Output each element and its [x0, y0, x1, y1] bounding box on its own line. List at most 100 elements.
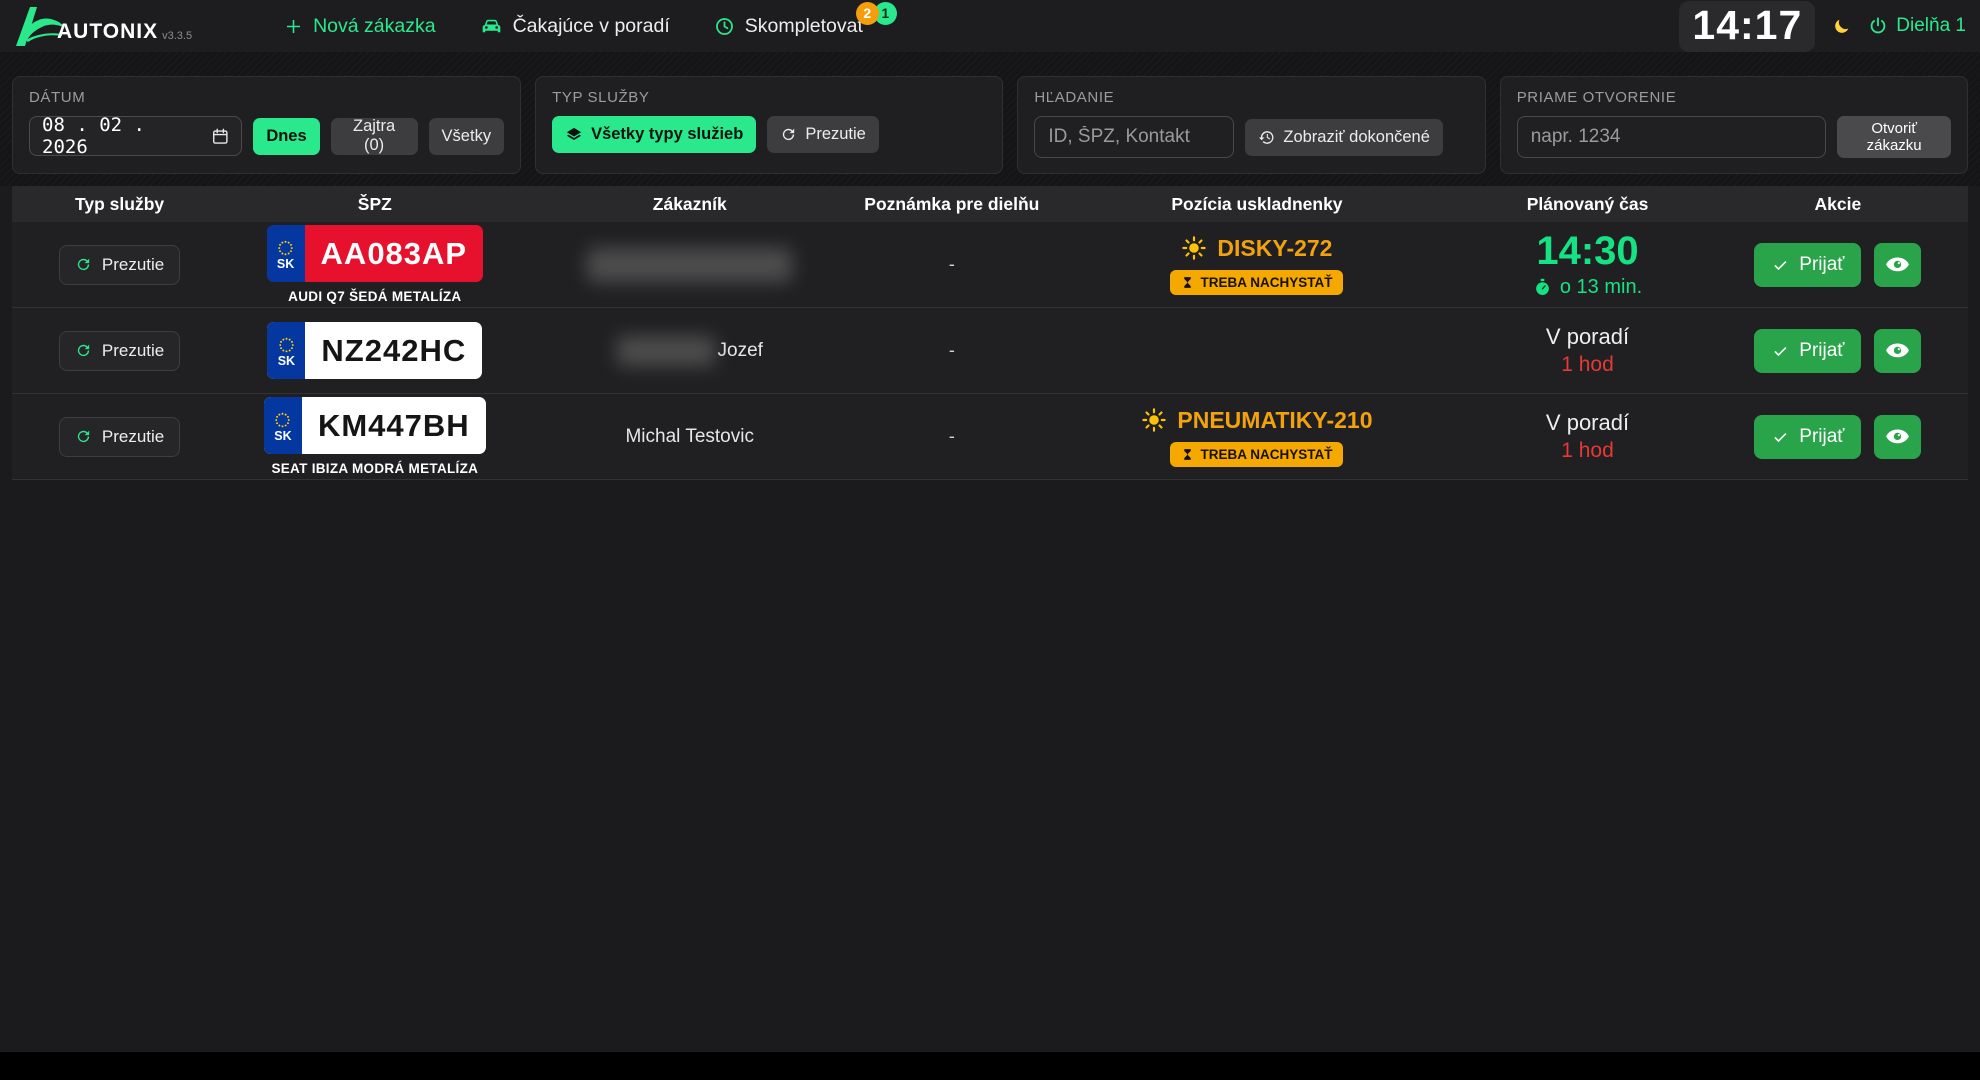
plate-country: SK	[277, 257, 294, 271]
prepare-badge: TREBA NACHYSTAŤ	[1170, 442, 1343, 467]
workshop-note: -	[949, 426, 955, 447]
brand: AUTONIX v3.3.5	[10, 4, 192, 48]
service-type-badge: Prezutie	[59, 245, 180, 285]
plate-country: SK	[274, 429, 291, 443]
planned-time: 14:30	[1536, 230, 1638, 272]
complete-badge-orange: 2	[856, 2, 879, 25]
order-row-3: Prezutie SK KM447BH SEAT IBIZA MODRÁ MET…	[12, 394, 1968, 480]
service-prezutie-button[interactable]: Prezutie	[767, 116, 879, 153]
workshop-note: -	[949, 254, 955, 275]
header-customer: Zákazník	[523, 194, 857, 215]
search-input[interactable]	[1034, 116, 1234, 158]
service-type-badge: Prezutie	[59, 417, 180, 457]
date-panel-label: DÁTUM	[29, 89, 504, 106]
eu-stars-icon	[271, 412, 294, 429]
license-plate: SK KM447BH	[264, 397, 486, 454]
queue-status: V poradí	[1546, 324, 1629, 350]
view-order-button[interactable]	[1874, 415, 1921, 459]
orders-table: Typ služby ŠPZ Zákazník Poznámka pre die…	[12, 186, 1968, 480]
date-panel: DÁTUM 08 . 02 . 2026 Dnes Zajtra (0) Vše…	[12, 76, 521, 174]
eu-stars-icon	[275, 337, 298, 354]
view-order-button[interactable]	[1874, 243, 1921, 287]
open-order-button[interactable]: Otvoriť zákazku	[1837, 116, 1951, 158]
plate-eu-strip: SK	[267, 225, 305, 282]
plate-number: KM447BH	[302, 397, 486, 454]
direct-open-panel: PRIAME OTVORENIE Otvoriť zákazku	[1500, 76, 1968, 174]
customer-name: Michal Testovic	[625, 426, 753, 448]
storage-position-label: PNEUMATIKY-210	[1177, 407, 1372, 434]
date-value: 08 . 02 . 2026	[42, 114, 199, 158]
prepare-badge-label: TREBA NACHYSTAŤ	[1200, 275, 1332, 290]
bottom-bar	[0, 1052, 1980, 1080]
check-icon	[1771, 341, 1790, 360]
date-tomorrow-button[interactable]: Zajtra (0)	[331, 118, 418, 155]
moon-icon[interactable]	[1832, 17, 1851, 36]
vehicle-description: AUDI Q7 ŠEDÁ METALÍZA	[288, 289, 461, 304]
plus-icon	[284, 17, 303, 36]
wait-time: 1 hod	[1561, 353, 1614, 377]
table-header: Typ služby ŠPZ Zákazník Poznámka pre die…	[12, 186, 1968, 222]
search-panel-label: HĽADANIE	[1034, 89, 1468, 106]
workshop-label: Dielňa 1	[1896, 15, 1966, 37]
date-today-button[interactable]: Dnes	[253, 118, 319, 155]
eye-icon	[1885, 252, 1910, 277]
direct-open-input[interactable]	[1517, 116, 1827, 158]
header-storage-position: Pozícia uskladnenky	[1047, 194, 1468, 215]
date-input[interactable]: 08 . 02 . 2026	[29, 116, 242, 156]
license-plate: SK NZ242HC	[267, 322, 482, 379]
service-type-panel: TYP SLUŽBY Všetky typy služieb Prezutie	[535, 76, 1003, 174]
customer-redacted	[617, 336, 715, 366]
accept-button[interactable]: Prijať	[1754, 329, 1861, 373]
order-row-1: Prezutie SK AA083AP AUDI Q7 ŠEDÁ METALÍZ…	[12, 222, 1968, 308]
service-type-label: Prezutie	[102, 255, 164, 275]
service-type-panel-label: TYP SLUŽBY	[552, 89, 986, 106]
current-time: 14:17	[1679, 1, 1815, 52]
check-icon	[1771, 255, 1790, 274]
hourglass-icon	[1181, 448, 1194, 461]
date-all-button[interactable]: Všetky	[429, 118, 505, 155]
header-plate: ŠPZ	[227, 194, 522, 215]
sun-icon	[1141, 407, 1167, 433]
open-order-label: Otvoriť zákazku	[1867, 120, 1922, 154]
workshop-logout[interactable]: Dielňa 1	[1868, 15, 1966, 37]
workshop-note: -	[949, 340, 955, 361]
refresh-icon	[75, 342, 92, 359]
time-countdown: o 13 min.	[1533, 276, 1642, 299]
topbar: AUTONIX v3.3.5 Nová zákazka Čakajúce v p…	[0, 0, 1980, 52]
storage-position: DISKY-272	[1181, 235, 1332, 262]
nav-new-order[interactable]: Nová zákazka	[284, 15, 435, 38]
plate-number: AA083AP	[305, 225, 484, 282]
date-today-label: Dnes	[266, 127, 306, 146]
header-actions: Akcie	[1708, 194, 1968, 215]
plate-country: SK	[278, 354, 295, 368]
plate-number: NZ242HC	[305, 322, 482, 379]
accept-button[interactable]: Prijať	[1754, 415, 1861, 459]
date-all-label: Všetky	[442, 127, 492, 146]
customer-redacted	[587, 248, 792, 282]
queue-status: V poradí	[1546, 410, 1629, 436]
nav-complete[interactable]: Skompletovať 2 1	[714, 15, 865, 38]
show-completed-label: Zobraziť dokončené	[1283, 128, 1430, 147]
header-service-type: Typ služby	[12, 194, 227, 215]
eye-icon	[1885, 424, 1910, 449]
show-completed-button[interactable]: Zobraziť dokončené	[1245, 119, 1443, 156]
service-all-types-label: Všetky typy služieb	[591, 125, 743, 144]
stopwatch-icon	[1533, 278, 1552, 297]
accept-label: Prijať	[1799, 426, 1844, 448]
service-prezutie-label: Prezutie	[805, 125, 866, 144]
history-icon	[1258, 129, 1275, 146]
header-planned-time: Plánovaný čas	[1467, 194, 1708, 215]
accept-button[interactable]: Prijať	[1754, 243, 1861, 287]
accept-label: Prijať	[1799, 340, 1844, 362]
direct-open-panel-label: PRIAME OTVORENIE	[1517, 89, 1951, 106]
service-all-types-button[interactable]: Všetky typy služieb	[552, 116, 756, 153]
plate-eu-strip: SK	[264, 397, 302, 454]
order-row-2: Prezutie SK NZ242HC Jozef - V poradí 1 h…	[12, 308, 1968, 394]
customer-name: Jozef	[718, 340, 763, 362]
service-type-label: Prezutie	[102, 427, 164, 447]
view-order-button[interactable]	[1874, 329, 1921, 373]
nav-waiting-queue[interactable]: Čakajúce v poradí	[480, 15, 670, 38]
layers-icon	[565, 126, 583, 144]
filter-bar: DÁTUM 08 . 02 . 2026 Dnes Zajtra (0) Vše…	[0, 52, 1980, 186]
brand-name: AUTONIX	[57, 20, 158, 44]
